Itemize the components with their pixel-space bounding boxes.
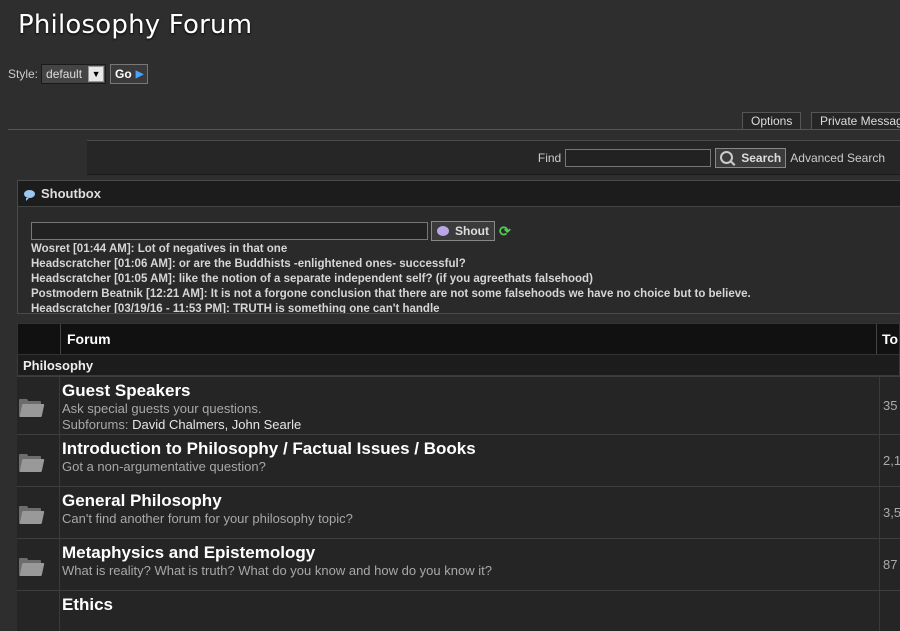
header-topics: To [882,331,899,347]
shoutbox-input[interactable] [31,222,428,240]
search-input[interactable] [565,148,712,167]
table-header: Forum To [17,323,900,355]
shout-button-label: Shout [455,224,489,238]
forum-description: Can't find another forum for your philos… [62,511,353,526]
tab-options[interactable]: Options [742,112,802,130]
shoutbox-messages[interactable]: Wosret [01:44 AM]: Lot of negatives in t… [31,242,751,314]
shoutbox-form: Shout ⟳ [31,221,511,241]
forum-description: Ask special guests your questions. [62,401,262,416]
table-row: Introduction to Philosophy / Factual Iss… [17,434,900,486]
subforums-label: Subforums: [62,417,129,432]
shoutbox-header: Shoutbox [18,181,900,207]
style-bar: Style: default ▼ Go ▶ [8,64,149,84]
forum-title[interactable]: Metaphysics and Epistemology [62,542,879,563]
shout-message: Headscratcher [03/19/16 - 11:53 PM]: TRU… [31,303,440,314]
forum-cell: General Philosophy Can't find another fo… [60,487,880,538]
topic-count: 2,1 [883,453,900,468]
forum-title[interactable]: Introduction to Philosophy / Factual Iss… [62,438,879,459]
shout-message: Headscratcher [01:05 AM]: like the notio… [31,273,593,285]
table-row: General Philosophy Can't find another fo… [17,486,900,538]
folder-icon [19,505,45,524]
forum-title[interactable]: Guest Speakers [62,380,879,401]
forum-cell: Metaphysics and Epistemology What is rea… [60,539,880,590]
topic-count [880,591,900,631]
site-title[interactable]: Philosophy Forum [18,10,252,40]
shout-button[interactable]: Shout [431,221,495,241]
forum-title[interactable]: Ethics [62,594,879,615]
topic-count: 35 [883,398,898,413]
refresh-icon[interactable]: ⟳ [499,223,511,240]
forum-title[interactable]: General Philosophy [62,490,879,511]
search-button[interactable]: Search [715,147,787,168]
forum-status-icon [17,377,60,434]
topic-count: 3,5 [883,505,900,520]
forum-description: What is reality? What is truth? What do … [62,563,492,578]
shout-icon [437,226,449,236]
shout-message: Postmodern Beatnik [12:21 AM]: It is not… [31,288,751,300]
search-button-label: Search [741,150,782,165]
folder-icon [19,453,45,472]
search-bar: Find Search Advanced Search [87,140,900,175]
go-button[interactable]: Go ▶ [110,64,149,84]
subforum-links[interactable]: David Chalmers, John Searle [132,417,301,432]
shoutbox-title: Shoutbox [41,186,101,201]
header-icon-column [18,324,61,354]
style-label: Style: [8,67,39,81]
go-button-label: Go [115,67,132,81]
forum-subforums: Subforums: David Chalmers, John Searle [62,417,879,433]
folder-icon [19,398,45,417]
category-philosophy[interactable]: Philosophy [17,355,900,376]
forum-description: Got a non-argumentative question? [62,459,266,474]
forum-cell: Introduction to Philosophy / Factual Iss… [60,435,880,486]
advanced-search-link[interactable]: Advanced Search [790,151,885,165]
forum-cell: Ethics [60,591,880,631]
shoutbox: Shoutbox Shout ⟳ Wosret [01:44 AM]: Lot … [17,180,900,314]
find-label: Find [537,150,562,165]
play-arrow-icon: ▶ [135,68,144,80]
shout-message: Headscratcher [01:06 AM]: or are the Bud… [31,258,466,270]
speech-bubble-icon [24,189,35,201]
search-icon [720,151,734,164]
shout-message: Wosret [01:44 AM]: Lot of negatives in t… [31,243,288,255]
table-row: Metaphysics and Epistemology What is rea… [17,538,900,590]
forum-table: Forum To Philosophy Guest Speakers Ask s… [17,323,900,631]
topic-count: 87 [883,557,898,572]
style-select[interactable]: default ▼ [41,64,107,84]
chevron-down-icon[interactable]: ▼ [88,66,105,82]
nav-divider [8,129,900,130]
header-forum: Forum [61,324,877,354]
table-row: Guest Speakers Ask special guests your q… [17,376,900,434]
folder-icon [19,557,45,576]
forum-status-icon [17,591,60,631]
style-select-value: default [46,67,83,81]
forum-status-icon [17,539,60,590]
tab-private-messages[interactable]: Private Messag [811,112,900,130]
forum-status-icon [17,435,60,486]
forum-status-icon [17,487,60,538]
table-row: Ethics [17,590,900,631]
forum-cell: Guest Speakers Ask special guests your q… [60,377,880,434]
